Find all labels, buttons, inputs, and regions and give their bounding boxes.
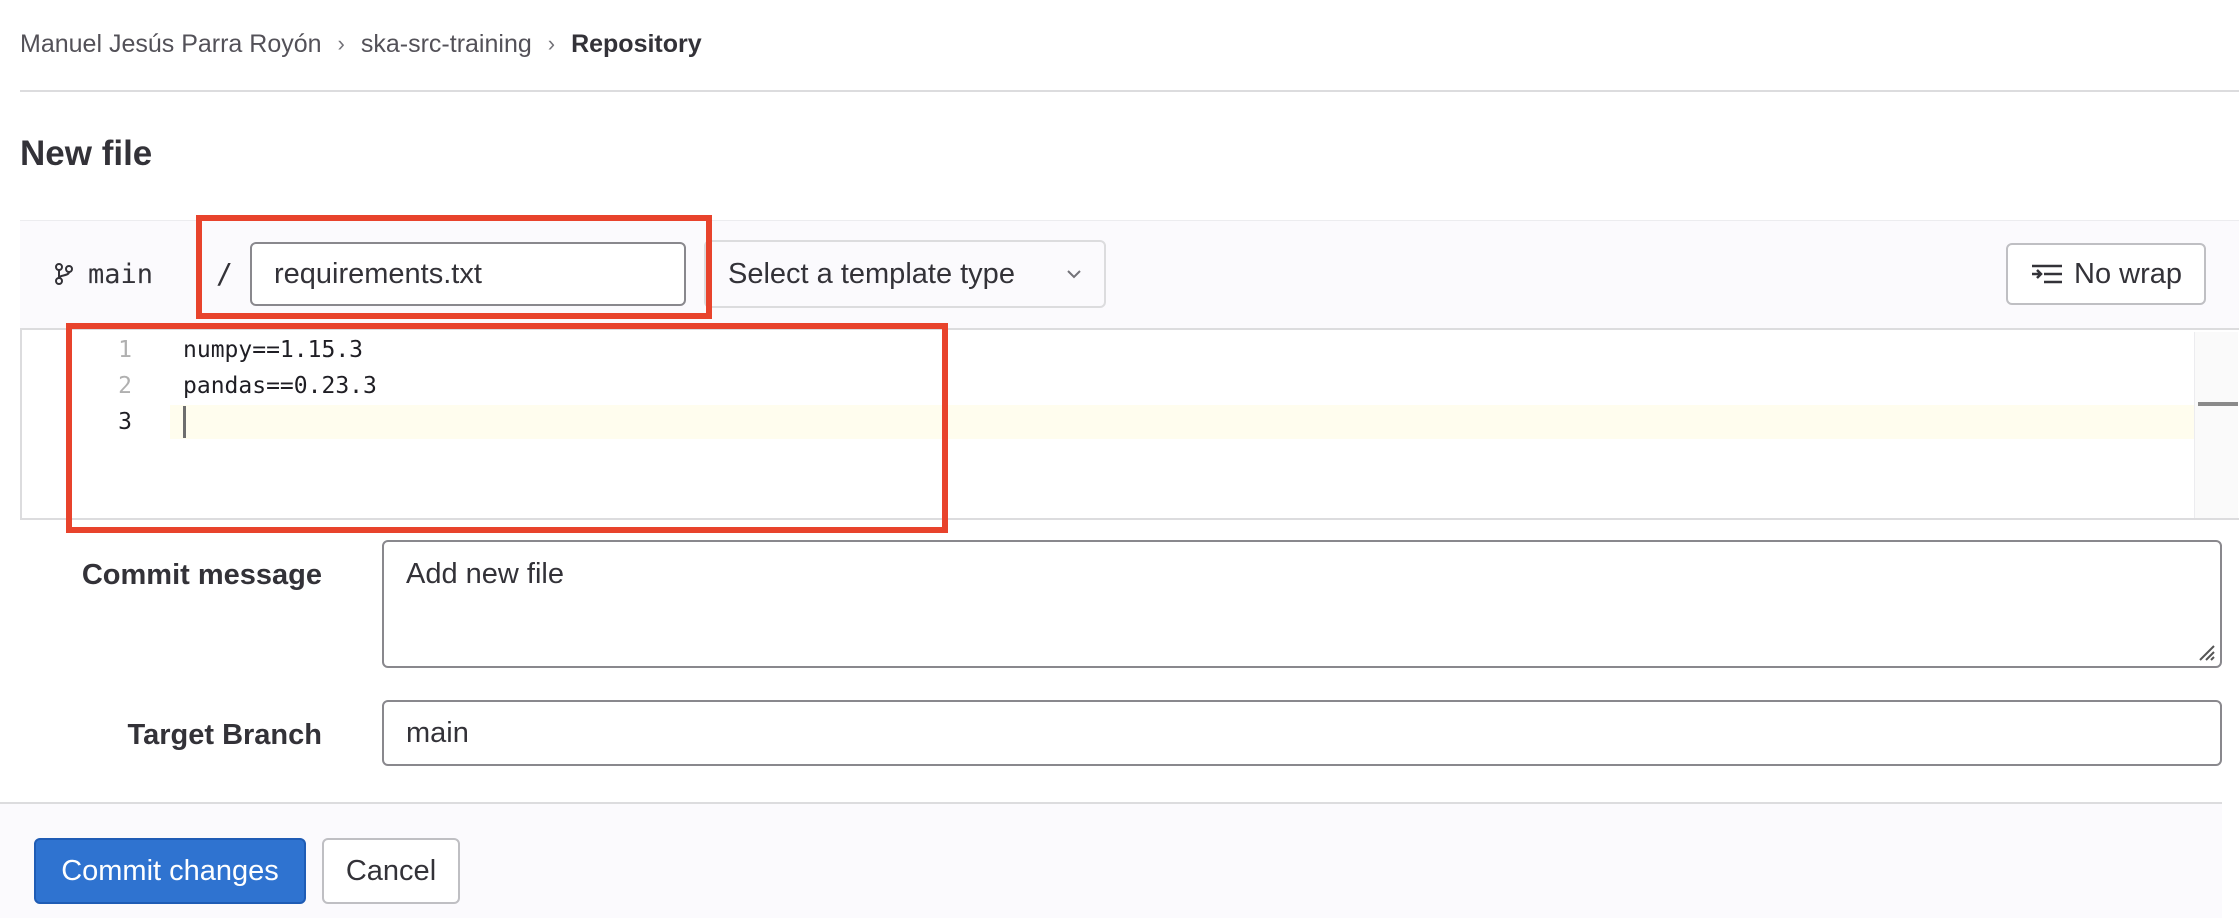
breadcrumb-separator-icon: ›: [547, 31, 556, 56]
target-branch-label: Target Branch: [127, 719, 322, 751]
branch-indicator: main: [54, 256, 153, 292]
chevron-down-icon: [1067, 270, 1081, 279]
branch-name: main: [88, 258, 154, 290]
breadcrumb-current-page[interactable]: Repository: [571, 30, 702, 59]
commit-changes-button[interactable]: Commit changes: [34, 838, 306, 904]
filename-highlight-box: [196, 215, 712, 319]
breadcrumb-user-link[interactable]: Manuel Jesús Parra Royón: [20, 30, 322, 59]
code-highlight-box: [66, 323, 948, 533]
template-type-label: Select a template type: [728, 257, 1015, 290]
breadcrumb-project-link[interactable]: ska-src-training: [361, 30, 532, 59]
text-wrap-icon: [2032, 264, 2062, 284]
header-divider: [20, 90, 2239, 92]
page-title: New file: [20, 134, 153, 173]
cancel-button[interactable]: Cancel: [322, 838, 460, 904]
branch-icon: [55, 263, 73, 285]
breadcrumb: Manuel Jesús Parra Royón › ska-src-train…: [20, 28, 702, 60]
commit-message-label: Commit message: [81, 559, 322, 591]
no-wrap-label: No wrap: [2074, 257, 2182, 290]
no-wrap-button[interactable]: No wrap: [2006, 243, 2206, 305]
scrollbar-cursor-marker: [2198, 402, 2238, 406]
commit-message-input[interactable]: Add new file: [382, 540, 2222, 668]
editor-scrollbar[interactable]: [2194, 332, 2238, 518]
target-branch-input[interactable]: [382, 700, 2222, 766]
breadcrumb-separator-icon: ›: [337, 31, 345, 56]
template-type-dropdown[interactable]: Select a template type: [704, 240, 1106, 308]
resize-handle-icon[interactable]: [2194, 640, 2216, 662]
